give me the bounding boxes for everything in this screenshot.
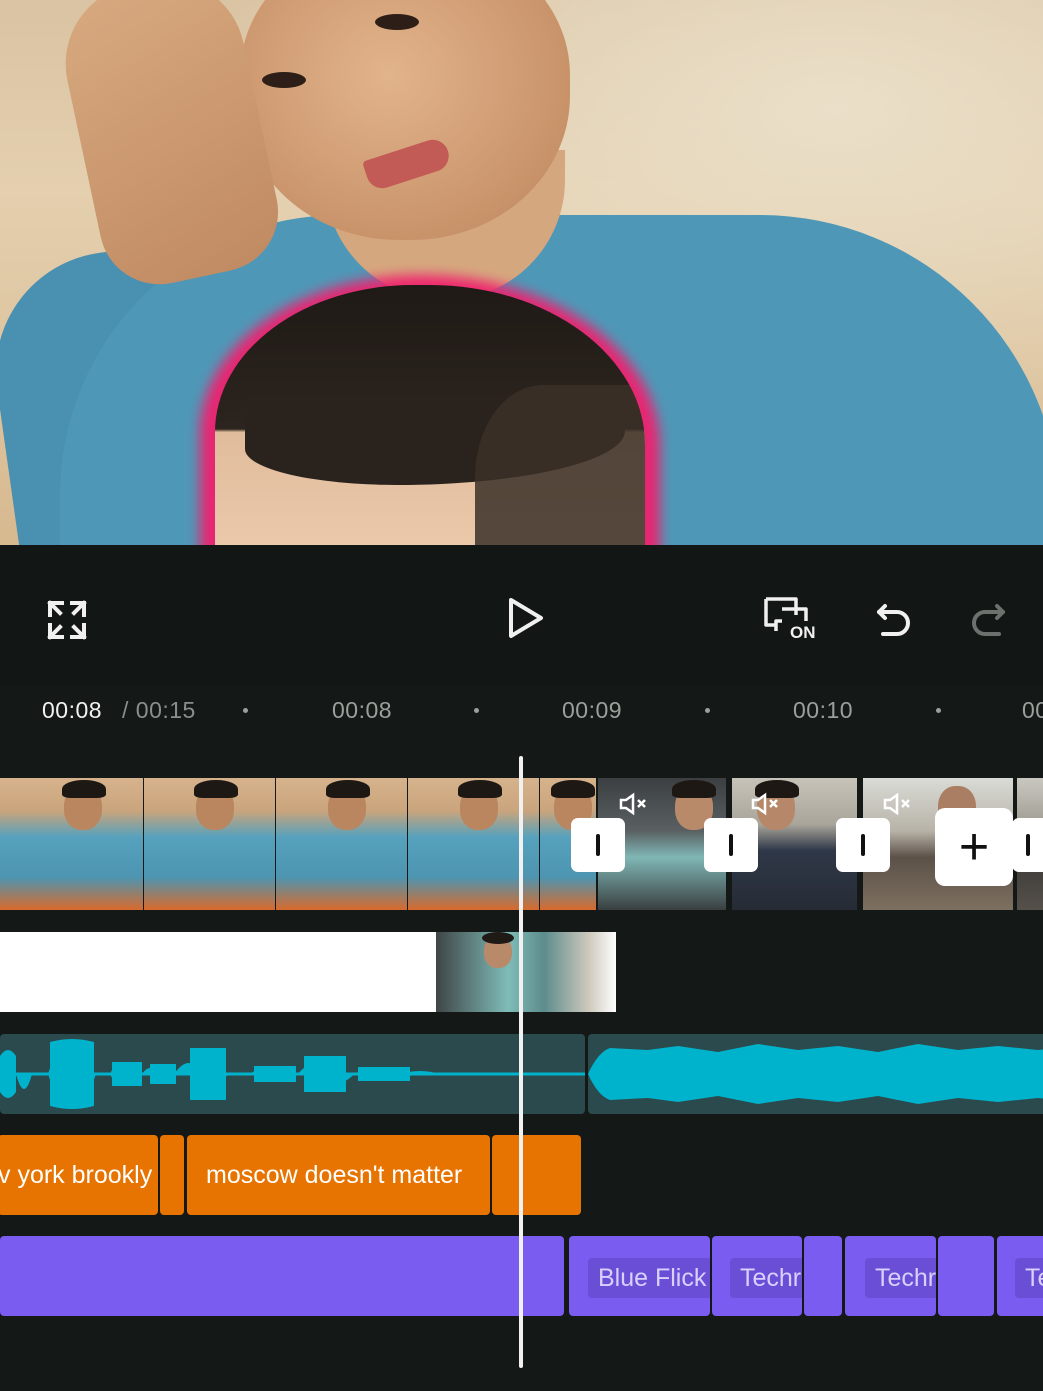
mute-icon[interactable]	[618, 792, 648, 822]
effect-clip-label: Blue Flick	[588, 1258, 710, 1298]
overlay-shade	[475, 385, 645, 545]
transition-icon[interactable]	[704, 818, 758, 872]
text-clip[interactable]: v york brookly	[0, 1135, 158, 1215]
video-thumbnail	[276, 778, 407, 910]
video-thumbnail	[144, 778, 275, 910]
mute-icon[interactable]	[750, 792, 780, 822]
transition-icon[interactable]	[1012, 818, 1043, 872]
text-clip[interactable]: moscow doesn't matter	[187, 1135, 490, 1215]
overlay-clip-white[interactable]	[0, 932, 436, 1012]
fullscreen-expand-icon[interactable]	[42, 595, 92, 645]
effect-clip[interactable]: Techr	[845, 1236, 936, 1316]
total-duration: / 00:15	[122, 697, 196, 723]
effect-clip[interactable]: Te	[997, 1236, 1043, 1316]
ruler-tick: 00:09	[562, 697, 623, 723]
time-ruler[interactable]: 00:08 / 00:15 00:08 00:09 00:10 00	[0, 685, 1043, 745]
effect-clip[interactable]: Techr	[712, 1236, 802, 1316]
transition-icon[interactable]	[571, 818, 625, 872]
video-thumbnail	[0, 778, 12, 910]
audio-clip-2[interactable]	[588, 1034, 1043, 1114]
video-thumbnail	[12, 778, 143, 910]
play-button[interactable]	[500, 593, 550, 643]
text-clip-label: v york brookly	[0, 1161, 153, 1189]
ruler-tick: 00:10	[793, 697, 854, 723]
preview-eye-right	[375, 14, 419, 30]
ruler-tick: 00:08	[332, 697, 393, 723]
ruler-dot	[474, 708, 479, 713]
ruler-tick: 00	[1022, 697, 1043, 723]
mute-icon[interactable]	[882, 792, 912, 822]
effect-clip[interactable]	[938, 1236, 994, 1316]
audio-clip-1[interactable]	[0, 1034, 585, 1114]
keyframe-toggle-button[interactable]: ON	[758, 591, 822, 651]
audio-waveform	[588, 1044, 1043, 1104]
playback-toolbar: ON	[0, 545, 1043, 685]
text-clip-label: moscow doesn't matter	[206, 1161, 463, 1189]
ruler-dot	[243, 708, 248, 713]
effect-clip[interactable]: Blue Flick	[569, 1236, 710, 1316]
playhead[interactable]	[519, 756, 523, 1368]
ruler-dot	[705, 708, 710, 713]
add-clip-button[interactable]: +	[935, 808, 1013, 886]
transition-icon[interactable]	[836, 818, 890, 872]
redo-button[interactable]	[964, 595, 1014, 645]
overlay-clip-video[interactable]	[436, 932, 616, 1012]
text-clip[interactable]	[160, 1135, 184, 1215]
effect-clip[interactable]	[0, 1236, 564, 1316]
effect-clip-label: Techr	[865, 1258, 936, 1298]
keyframe-toggle-label: ON	[790, 623, 816, 642]
preview-eye-left	[262, 72, 306, 88]
current-time: 00:08	[42, 697, 103, 723]
video-preview[interactable]	[0, 0, 1043, 545]
effect-clip-label: Techr	[730, 1258, 802, 1298]
effect-clip-label: Te	[1015, 1258, 1043, 1298]
undo-button[interactable]	[868, 595, 918, 645]
effect-clip[interactable]	[804, 1236, 842, 1316]
ruler-dot	[936, 708, 941, 713]
text-clip[interactable]	[492, 1135, 581, 1215]
audio-waveform	[0, 1039, 585, 1109]
